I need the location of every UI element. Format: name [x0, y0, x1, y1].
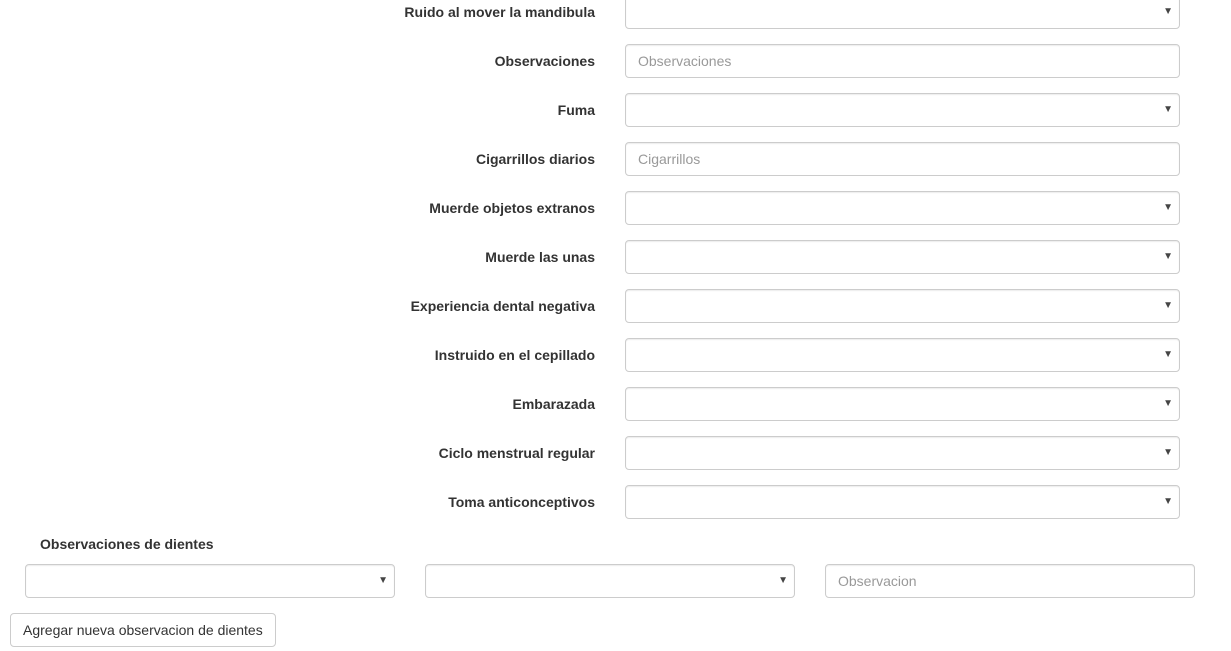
- field-label-muerde-unas: Muerde las unas: [485, 249, 595, 265]
- muerde-objetos-select[interactable]: ▼: [625, 191, 1180, 225]
- form-row-ruido-mandibula: Ruido al mover la mandibula ▼: [0, 0, 1231, 29]
- form-row-anticonceptivos: Toma anticonceptivos ▼: [0, 485, 1231, 519]
- embarazada-select[interactable]: ▼: [625, 387, 1180, 421]
- field-label-experiencia-dental: Experiencia dental negativa: [410, 298, 595, 314]
- ruido-mandibula-select[interactable]: ▼: [625, 0, 1180, 29]
- fuma-select[interactable]: ▼: [625, 93, 1180, 127]
- form-row-observaciones: Observaciones: [0, 44, 1231, 78]
- form-row-experiencia-dental: Experiencia dental negativa ▼: [0, 289, 1231, 323]
- observaciones-input[interactable]: [625, 44, 1180, 78]
- form-row-fuma: Fuma ▼: [0, 93, 1231, 127]
- chevron-down-icon: ▼: [1163, 202, 1173, 213]
- chevron-down-icon: ▼: [1163, 300, 1173, 311]
- muerde-unas-select[interactable]: ▼: [625, 240, 1180, 274]
- add-tooth-observation-button[interactable]: Agregar nueva observacion de dientes: [10, 613, 276, 647]
- chevron-down-icon: ▼: [778, 575, 788, 586]
- form-row-muerde-unas: Muerde las unas ▼: [0, 240, 1231, 274]
- chevron-down-icon: ▼: [1163, 398, 1173, 409]
- chevron-down-icon: ▼: [1163, 447, 1173, 458]
- form-row-instruido-cepillado: Instruido en el cepillado ▼: [0, 338, 1231, 372]
- field-label-ciclo-menstrual: Ciclo menstrual regular: [438, 445, 595, 461]
- field-label-embarazada: Embarazada: [512, 396, 595, 412]
- tooth-select-1[interactable]: ▼: [25, 564, 395, 598]
- field-label-instruido-cepillado: Instruido en el cepillado: [434, 347, 595, 363]
- form-row-muerde-objetos: Muerde objetos extranos ▼: [0, 191, 1231, 225]
- form-row-cigarrillos: Cigarrillos diarios: [0, 142, 1231, 176]
- form-row-embarazada: Embarazada ▼: [0, 387, 1231, 421]
- cigarrillos-input[interactable]: [625, 142, 1180, 176]
- form-row-ciclo-menstrual: Ciclo menstrual regular ▼: [0, 436, 1231, 470]
- chevron-down-icon: ▼: [1163, 496, 1173, 507]
- field-label-cigarrillos: Cigarrillos diarios: [475, 151, 595, 167]
- tooth-observation-input[interactable]: [825, 564, 1195, 598]
- field-label-observaciones: Observaciones: [494, 53, 595, 69]
- field-label-fuma: Fuma: [557, 102, 595, 118]
- anticonceptivos-select[interactable]: ▼: [625, 485, 1180, 519]
- tooth-select-2[interactable]: ▼: [425, 564, 795, 598]
- chevron-down-icon: ▼: [1163, 104, 1173, 115]
- chevron-down-icon: ▼: [1163, 251, 1173, 262]
- chevron-down-icon: ▼: [1163, 349, 1173, 360]
- instruido-cepillado-select[interactable]: ▼: [625, 338, 1180, 372]
- section-title-observaciones-dientes: Observaciones de dientes: [40, 536, 214, 552]
- chevron-down-icon: ▼: [1163, 6, 1173, 17]
- ciclo-menstrual-select[interactable]: ▼: [625, 436, 1180, 470]
- field-label-anticonceptivos: Toma anticonceptivos: [448, 494, 595, 510]
- field-label-ruido-mandibula: Ruido al mover la mandibula: [404, 4, 595, 20]
- chevron-down-icon: ▼: [378, 575, 388, 586]
- field-label-muerde-objetos: Muerde objetos extranos: [429, 200, 595, 216]
- experiencia-dental-select[interactable]: ▼: [625, 289, 1180, 323]
